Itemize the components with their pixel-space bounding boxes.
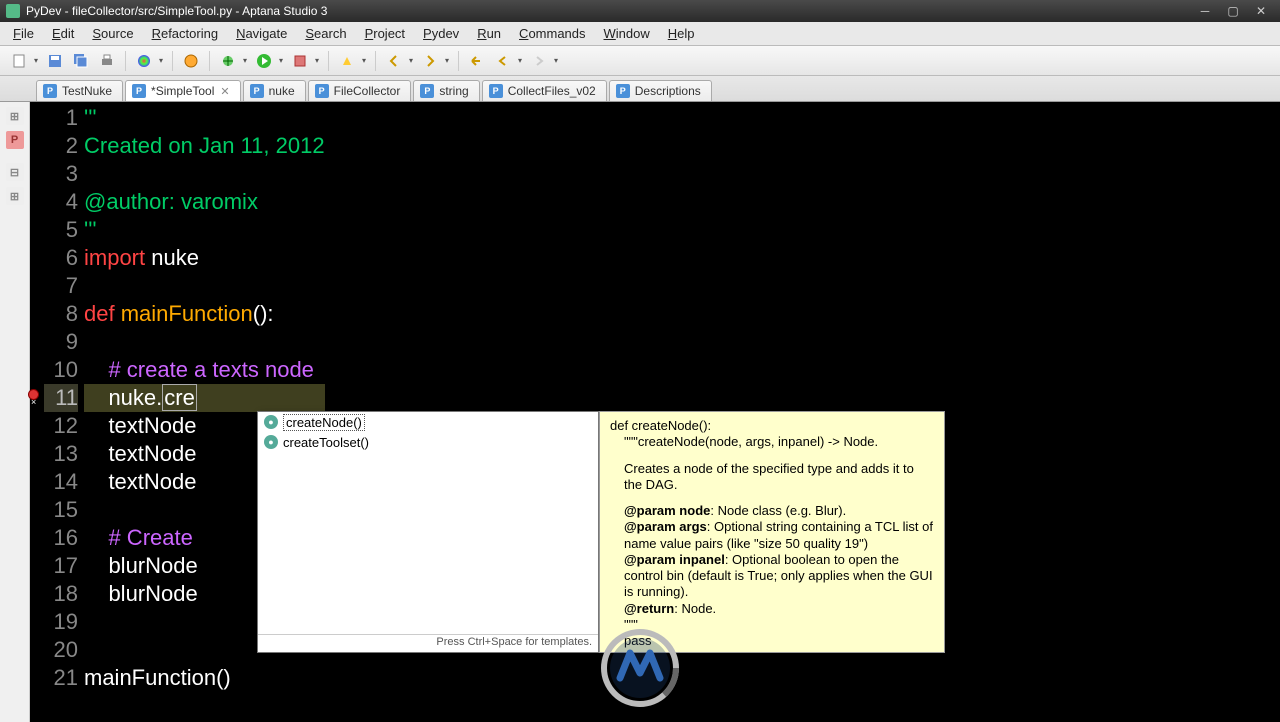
nav-prev-button[interactable] xyxy=(383,50,405,72)
menu-commands[interactable]: Commands xyxy=(510,23,594,44)
tab-label: string xyxy=(439,84,468,98)
search-button[interactable] xyxy=(336,50,358,72)
tab-nuke[interactable]: Pnuke xyxy=(243,80,306,101)
maximize-button[interactable]: ▢ xyxy=(1220,2,1246,20)
tab-label: nuke xyxy=(269,84,295,98)
menu-edit[interactable]: Edit xyxy=(43,23,83,44)
search-dropdown[interactable]: ▾ xyxy=(360,56,368,65)
menu-bar: FileEditSourceRefactoringNavigateSearchP… xyxy=(0,22,1280,46)
menu-pydev[interactable]: Pydev xyxy=(414,23,468,44)
tab-label: FileCollector xyxy=(334,84,401,98)
doc-param: @param args: Optional string containing … xyxy=(624,519,934,552)
toolbar: ▾ ▾ ▾ ▾ ▾ ▾ ▾ ▾ ▾ ▾ xyxy=(0,46,1280,76)
collapse-icon[interactable]: ⊟ xyxy=(6,163,24,181)
logo-watermark xyxy=(600,628,680,708)
autocomplete-label: createNode() xyxy=(283,414,365,431)
save-all-button[interactable] xyxy=(70,50,92,72)
nav-next-button[interactable] xyxy=(419,50,441,72)
print-button[interactable] xyxy=(96,50,118,72)
autocomplete-item[interactable]: ● createToolset() xyxy=(258,432,598,452)
line-numbers: 123456789101112131415161718192021 xyxy=(40,102,84,722)
menu-window[interactable]: Window xyxy=(595,23,659,44)
nav-prev-dropdown[interactable]: ▾ xyxy=(407,56,415,65)
save-button[interactable] xyxy=(44,50,66,72)
doc-param: @param node: Node class (e.g. Blur). xyxy=(624,503,934,519)
minimize-button[interactable]: ─ xyxy=(1192,2,1218,20)
debug-button[interactable] xyxy=(217,50,239,72)
menu-file[interactable]: File xyxy=(4,23,43,44)
new-dropdown[interactable]: ▾ xyxy=(32,56,40,65)
autocomplete-popup[interactable]: ● createNode() ● createToolset() Press Ctrl… xyxy=(257,411,599,653)
run-dropdown[interactable]: ▾ xyxy=(277,56,285,65)
theme-dropdown[interactable]: ▾ xyxy=(157,56,165,65)
doc-signature: def createNode(): xyxy=(610,418,934,434)
back-dropdown[interactable]: ▾ xyxy=(516,56,524,65)
tab-string[interactable]: Pstring xyxy=(413,80,479,101)
external-tools-button[interactable] xyxy=(289,50,311,72)
menu-source[interactable]: Source xyxy=(83,23,142,44)
python-file-icon: P xyxy=(420,84,434,98)
external-tools-dropdown[interactable]: ▾ xyxy=(313,56,321,65)
tab-descriptions[interactable]: P Descriptions xyxy=(609,80,712,101)
tab-label: TestNuke xyxy=(62,84,112,98)
close-window-button[interactable]: ✕ xyxy=(1248,2,1274,20)
expand-icon[interactable]: ⊞ xyxy=(6,187,24,205)
tab-testnuke[interactable]: P TestNuke xyxy=(36,80,123,101)
method-icon: ● xyxy=(264,415,278,429)
app-icon xyxy=(6,4,20,18)
python-file-icon: P xyxy=(250,84,264,98)
doc-param: @param inpanel: Optional boolean to open… xyxy=(624,552,934,601)
doc-tooltip: def createNode(): """createNode(node, ar… xyxy=(599,411,945,653)
menu-navigate[interactable]: Navigate xyxy=(227,23,296,44)
menu-project[interactable]: Project xyxy=(356,23,414,44)
forward-button[interactable] xyxy=(528,50,550,72)
new-button[interactable] xyxy=(8,50,30,72)
pydev-icon[interactable]: P xyxy=(6,131,24,149)
python-file-icon: P xyxy=(616,84,630,98)
autocomplete-footer: Press Ctrl+Space for templates. xyxy=(258,634,598,652)
error-marker-icon[interactable]: × xyxy=(28,389,39,400)
tab-label: *SimpleTool xyxy=(151,84,214,98)
forward-dropdown[interactable]: ▾ xyxy=(552,56,560,65)
last-edit-button[interactable] xyxy=(466,50,488,72)
python-file-icon: P xyxy=(43,84,57,98)
nav-next-dropdown[interactable]: ▾ xyxy=(443,56,451,65)
doc-param: @return: Node. xyxy=(624,601,934,617)
close-icon[interactable]: ✕ xyxy=(220,85,229,98)
tab-filecollector[interactable]: P FileCollector xyxy=(308,80,412,101)
doc-summary: """createNode(node, args, inpanel) -> No… xyxy=(610,434,934,450)
window-title: PyDev - fileCollector/src/SimpleTool.py … xyxy=(26,4,327,18)
tab-collectfiles_v02[interactable]: P CollectFiles_v02 xyxy=(482,80,607,101)
tab-simpletool[interactable]: P *SimpleTool ✕ xyxy=(125,80,241,101)
run-button[interactable] xyxy=(253,50,275,72)
editor-tabs: PTestNukeP*SimpleTool✕PnukePFileCollecto… xyxy=(0,76,1280,102)
method-icon: ● xyxy=(264,435,278,449)
menu-refactoring[interactable]: Refactoring xyxy=(143,23,227,44)
autocomplete-label: createToolset() xyxy=(283,435,369,450)
python-file-icon: P xyxy=(315,84,329,98)
left-sidebar: ⊞ P ⊟ ⊞ xyxy=(0,102,30,722)
debug-dropdown[interactable]: ▾ xyxy=(241,56,249,65)
theme-button[interactable] xyxy=(133,50,155,72)
tab-label: CollectFiles_v02 xyxy=(508,84,596,98)
autocomplete-item[interactable]: ● createNode() xyxy=(258,412,598,432)
back-button[interactable] xyxy=(492,50,514,72)
title-bar: PyDev - fileCollector/src/SimpleTool.py … xyxy=(0,0,1280,22)
tab-label: Descriptions xyxy=(635,84,701,98)
menu-run[interactable]: Run xyxy=(468,23,510,44)
menu-search[interactable]: Search xyxy=(296,23,355,44)
doc-description: Creates a node of the specified type and… xyxy=(610,461,934,494)
browser-button[interactable] xyxy=(180,50,202,72)
outline-icon[interactable]: ⊞ xyxy=(6,107,24,125)
python-file-icon: P xyxy=(132,84,146,98)
menu-help[interactable]: Help xyxy=(659,23,704,44)
python-file-icon: P xyxy=(489,84,503,98)
